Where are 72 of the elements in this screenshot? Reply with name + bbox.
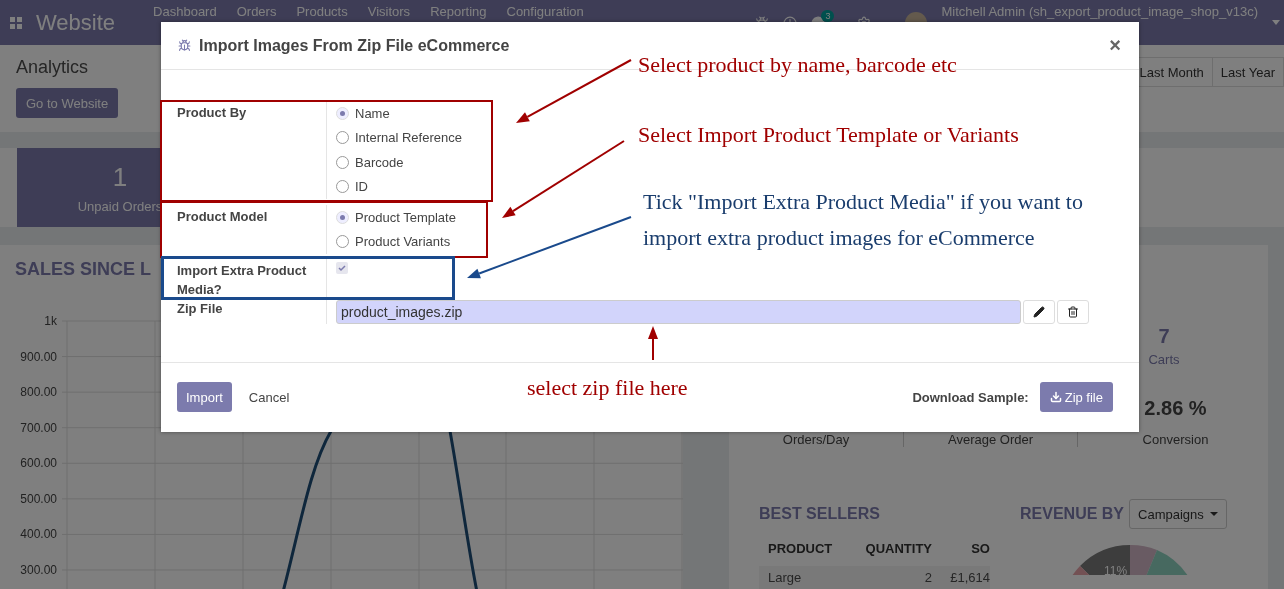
section-title: SALES SINCE L: [15, 259, 152, 280]
import-button[interactable]: Import: [177, 382, 232, 412]
option-label[interactable]: Internal Reference: [355, 130, 462, 146]
section-title: REVENUE BY: [1020, 504, 1125, 524]
axis-tick-label: 500.00: [20, 491, 57, 506]
dialog-title: Import Images From Zip File eCommerce: [199, 36, 510, 55]
period-button[interactable]: Last Year: [1211, 57, 1284, 87]
stat-label: Orders/Day: [782, 432, 850, 447]
axis-tick-label: 700.00: [20, 420, 57, 435]
menu-item[interactable]: Products: [286, 4, 358, 19]
menu-item[interactable]: Orders: [226, 4, 287, 19]
menu-item[interactable]: Reporting: [420, 4, 497, 19]
table-cell: Large: [759, 566, 843, 589]
app-name: Website: [36, 9, 116, 36]
edit-button[interactable]: [1023, 300, 1055, 324]
go-to-website-button[interactable]: Go to Website: [16, 88, 119, 118]
column-header: PRODUCT: [759, 531, 843, 566]
axis-tick-label: 1k: [44, 314, 57, 328]
axis-tick-label: 300.00: [20, 563, 57, 577]
campaigns-dropdown[interactable]: Campaigns: [1129, 499, 1227, 529]
radio-button[interactable]: [336, 155, 349, 169]
stat-value: 2.86 %: [1144, 397, 1207, 420]
download-label: Download Sample:: [912, 389, 1029, 405]
option-label[interactable]: Name: [355, 105, 390, 121]
stat-label: Average Order: [948, 432, 1033, 447]
pencil-icon: [1033, 306, 1045, 318]
radio-button[interactable]: [336, 180, 349, 194]
option-label[interactable]: Product Variants: [355, 234, 451, 250]
field-label: Zip File: [177, 297, 327, 324]
page-title: Analytics: [16, 57, 90, 78]
stat-label: Carts: [1148, 352, 1180, 367]
section-title: BEST SELLERS: [759, 504, 881, 524]
kpi-value: 1: [112, 161, 128, 193]
annotation-text: Select product by name, barcode etc: [638, 51, 957, 79]
check-icon: [338, 264, 346, 272]
column-header: SO: [932, 531, 990, 566]
download-icon: [1049, 391, 1062, 403]
cancel-button[interactable]: Cancel: [239, 382, 299, 412]
radio-button[interactable]: [336, 131, 349, 145]
annotation-text: Select Import Product Template or Variants: [638, 121, 1019, 149]
axis-tick-label: 400.00: [20, 527, 57, 542]
download-button[interactable]: Zip file: [1039, 382, 1113, 412]
user-name[interactable]: Mitchell Admin (sh_export_product_image_shop_v13c): [941, 4, 1258, 19]
table-cell: £1,614: [932, 566, 990, 589]
axis-tick-label: 900.00: [20, 349, 57, 364]
option-label[interactable]: ID: [355, 179, 368, 195]
caret-icon: [1209, 511, 1218, 517]
message-count: 3: [821, 9, 835, 22]
bug-icon: [178, 39, 191, 52]
option-label[interactable]: Product Template: [355, 209, 456, 225]
slice-label: 11%: [1104, 564, 1128, 575]
stat-value: 7: [1158, 325, 1170, 348]
axis-tick-label: 600.00: [20, 456, 57, 471]
apps-icon[interactable]: [10, 16, 22, 29]
annotation-text: select zip file here: [527, 374, 688, 402]
close-button[interactable]: ×: [1103, 34, 1127, 57]
file-field[interactable]: product_images.zip: [336, 300, 1021, 324]
table-cell: 2: [843, 566, 932, 589]
column-header: QUANTITY: [843, 531, 932, 566]
delete-button[interactable]: [1057, 300, 1089, 324]
menu-item[interactable]: Dashboard: [143, 4, 227, 19]
radio-button[interactable]: [336, 235, 349, 249]
caret-icon: [1272, 19, 1280, 26]
option-label[interactable]: Barcode: [355, 154, 404, 170]
checkbox[interactable]: [336, 262, 348, 274]
menu-item[interactable]: Visitors: [357, 4, 421, 19]
annotation-text: Tick "Import Extra Product Media" if you want to import extra product images for eCommerce: [643, 188, 1084, 252]
stat-label: Conversion: [1142, 432, 1209, 447]
menu-item[interactable]: Configuration: [496, 4, 594, 19]
axis-tick-label: 800.00: [20, 385, 57, 400]
trash-icon: [1067, 306, 1079, 318]
field-label: Product Model: [177, 205, 327, 254]
